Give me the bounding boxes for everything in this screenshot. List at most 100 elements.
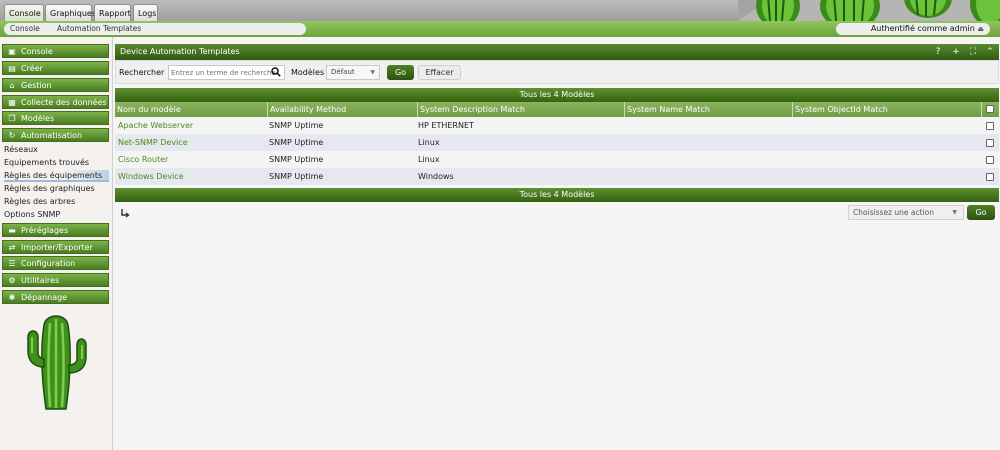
row-checkbox[interactable] — [986, 122, 994, 130]
tab-console[interactable]: Console — [4, 4, 44, 21]
add-icon[interactable]: + — [951, 47, 961, 57]
search-icon[interactable] — [271, 67, 281, 77]
cogs-icon: ⚙ — [8, 276, 16, 285]
panel-header: Device Automation Templates ? + ⛶ ⌃ — [115, 44, 999, 60]
table-summary-top: Tous les 4 Modèles — [115, 88, 999, 102]
sidebar-item-label: Utilitaires — [21, 276, 60, 285]
corner-arrow-icon — [121, 209, 130, 218]
fullscreen-icon[interactable]: ⛶ — [968, 47, 978, 57]
col-header-nom[interactable]: Nom du modèle — [115, 102, 267, 117]
template-name-link[interactable]: Net-SNMP Device — [118, 134, 188, 151]
action-select-placeholder: Choisissez une action — [853, 208, 934, 217]
col-header-select-all — [981, 102, 999, 117]
sidebar-sub-regles-equipements[interactable]: Règles des équipements — [4, 170, 109, 182]
sidebar-item-label: Dépannage — [21, 293, 68, 302]
table-row: Windows Device SNMP Uptime Windows — [115, 168, 999, 185]
sidebar-item-creer[interactable]: ▤ Créer — [2, 61, 109, 75]
sidebar-item-label: Préréglages — [21, 226, 69, 235]
cactus-logo — [22, 311, 92, 413]
sidebar-item-configuration[interactable]: ☰ Configuration — [2, 256, 109, 270]
models-select[interactable]: Défaut ▼ — [326, 65, 380, 80]
template-name-link[interactable]: Apache Webserver — [118, 117, 193, 134]
exchange-icon: ⇄ — [8, 243, 16, 252]
sidebar-item-modeles[interactable]: ❐ Modèles — [2, 111, 109, 125]
table-row: Net-SNMP Device SNMP Uptime Linux — [115, 134, 999, 151]
breadcrumb-console[interactable]: Console — [4, 23, 49, 35]
table-summary-text: Tous les 4 Modèles — [519, 190, 595, 199]
sidebar-item-label: Créer — [21, 64, 43, 73]
col-header-sys-oid[interactable]: System ObjectId Match — [792, 102, 981, 117]
select-all-checkbox[interactable] — [986, 105, 994, 113]
sidebar-item-label: Console — [21, 47, 53, 56]
tab-logs[interactable]: Logs — [133, 4, 158, 21]
sliders-icon: ☰ — [8, 259, 16, 268]
row-checkbox[interactable] — [986, 139, 994, 147]
sys-desc-cell: Windows — [418, 172, 454, 181]
availability-cell: SNMP Uptime — [269, 172, 324, 181]
sidebar-item-label: Automatisation — [21, 131, 83, 140]
search-label: Rechercher — [119, 68, 165, 77]
sidebar-item-preglages[interactable]: ▬ Préréglages — [2, 223, 109, 237]
breadcrumb-bar: Console Automation Templates Authentifié… — [0, 21, 1000, 37]
chevron-down-icon: ▼ — [952, 209, 957, 216]
sidebar-item-importer-exporter[interactable]: ⇄ Importer/Exporter — [2, 240, 109, 254]
tab-rapport[interactable]: Rapport — [94, 4, 131, 21]
top-nav-bar: Console Graphiques Rapport Logs — [0, 0, 1000, 21]
sidebar-item-label: Importer/Exporter — [21, 243, 93, 252]
sidebar-item-gestion[interactable]: ⌂ Gestion — [2, 78, 109, 92]
sidebar-item-automatisation[interactable]: ↻ Automatisation — [2, 128, 109, 142]
auth-status[interactable]: Authentifié comme admin ⏏ — [836, 23, 990, 35]
table-header: Nom du modèle Availability Method System… — [115, 102, 999, 117]
sidebar-sub-options-snmp[interactable]: Options SNMP — [4, 209, 109, 221]
filter-bar: Rechercher Modèles Défaut ▼ Go Effacer — [115, 60, 999, 84]
table-row: Apache Webserver SNMP Uptime HP ETHERNET — [115, 117, 999, 134]
home-icon: ⌂ — [9, 81, 15, 90]
col-header-availability[interactable]: Availability Method — [267, 102, 417, 117]
copy-icon: ❐ — [8, 114, 16, 123]
help-icon[interactable]: ? — [933, 47, 943, 57]
go-button[interactable]: Go — [387, 65, 414, 80]
search-input[interactable] — [168, 65, 285, 80]
row-checkbox[interactable] — [986, 156, 994, 164]
preset-icon: ▬ — [8, 226, 16, 235]
sidebar-sub-regles-graphiques[interactable]: Règles des graphiques — [4, 183, 109, 195]
bug-icon: ✱ — [8, 293, 16, 302]
template-name-link[interactable]: Windows Device — [118, 168, 184, 185]
sidebar-item-label: Gestion — [21, 81, 52, 90]
eject-icon: ⏏ — [977, 25, 984, 33]
sidebar: ▣ Console ▤ Créer ⌂ Gestion ▦ Collecte des d… — [0, 37, 113, 450]
sidebar-sub-equipements-trouves[interactable]: Equipements trouvés — [4, 157, 109, 169]
action-select[interactable]: Choisissez une action ▼ — [848, 205, 964, 220]
database-icon: ▦ — [8, 98, 16, 107]
sidebar-item-depannage[interactable]: ✱ Dépannage — [2, 290, 109, 304]
sys-desc-cell: HP ETHERNET — [418, 121, 474, 130]
template-name-link[interactable]: Cisco Router — [118, 151, 168, 168]
sys-desc-cell: Linux — [418, 138, 440, 147]
availability-cell: SNMP Uptime — [269, 138, 324, 147]
sidebar-item-label: Configuration — [21, 259, 76, 268]
auth-text: Authentifié comme admin — [870, 24, 975, 33]
breadcrumb-automation-templates[interactable]: Automation Templates — [49, 23, 306, 35]
clear-button[interactable]: Effacer — [418, 65, 461, 80]
sidebar-item-collecte[interactable]: ▦ Collecte des données — [2, 95, 109, 109]
tab-graphiques[interactable]: Graphiques — [45, 4, 96, 21]
col-header-sys-desc[interactable]: System Description Match — [417, 102, 624, 117]
table-summary-text: Tous les 4 Modèles — [519, 90, 595, 99]
sidebar-item-label: Modèles — [21, 114, 55, 123]
page-title: Device Automation Templates — [120, 47, 240, 56]
sidebar-item-console[interactable]: ▣ Console — [2, 44, 109, 58]
cactus-banner-logo — [738, 0, 1000, 21]
collapse-icon[interactable]: ⌃ — [985, 47, 995, 57]
sidebar-item-utilitaires[interactable]: ⚙ Utilitaires — [2, 273, 109, 287]
models-select-value: Défaut — [331, 68, 355, 76]
col-header-sys-name[interactable]: System Name Match — [624, 102, 792, 117]
create-icon: ▤ — [8, 64, 16, 73]
action-go-button[interactable]: Go — [967, 205, 995, 220]
sidebar-sub-reseaux[interactable]: Réseaux — [4, 144, 109, 156]
models-label: Modèles — [291, 68, 325, 77]
table-summary-bottom: Tous les 4 Modèles — [115, 188, 999, 202]
refresh-icon: ↻ — [8, 131, 16, 140]
table-row: Cisco Router SNMP Uptime Linux — [115, 151, 999, 168]
row-checkbox[interactable] — [986, 173, 994, 181]
sidebar-sub-regles-arbres[interactable]: Règles des arbres — [4, 196, 109, 208]
